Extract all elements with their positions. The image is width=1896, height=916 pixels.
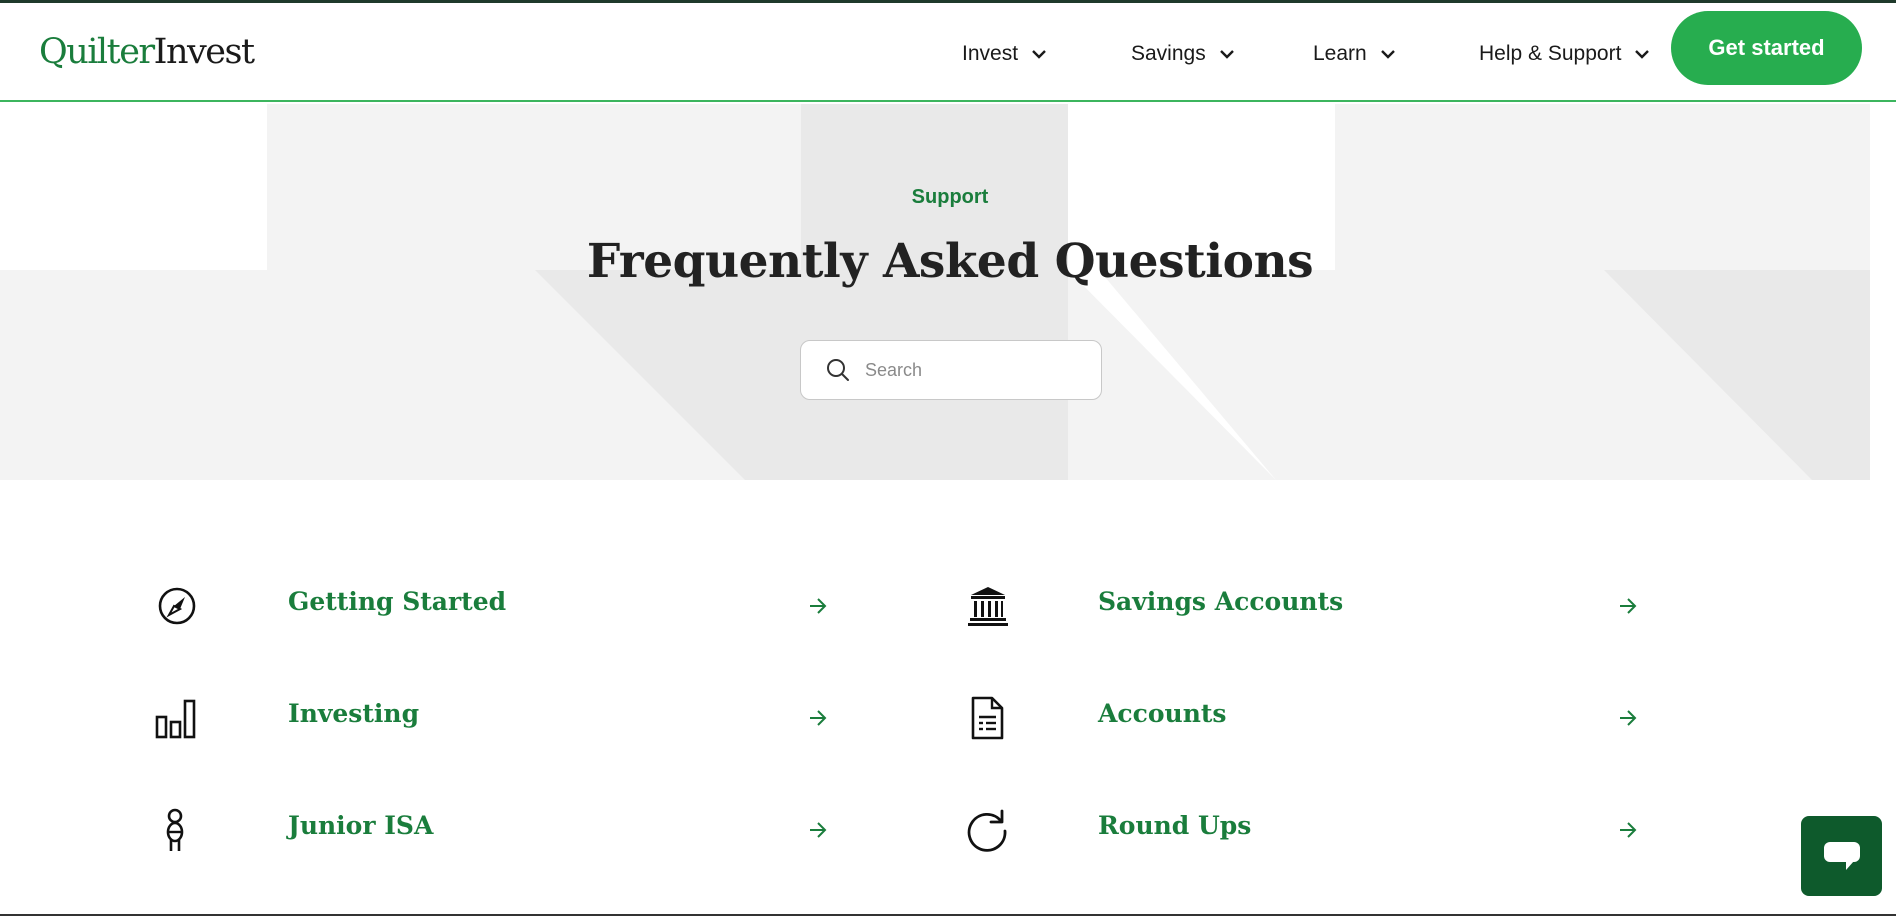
- nav-item-learn[interactable]: Learn: [1313, 39, 1397, 69]
- bar-chart-icon: [155, 699, 196, 739]
- logo-text-invest: Invest: [153, 32, 255, 72]
- nav-item-invest[interactable]: Invest: [962, 39, 1048, 69]
- category-label: Investing: [288, 699, 420, 728]
- logo-text-quilter: Quilter: [39, 32, 155, 72]
- section-eyebrow: Support: [911, 186, 989, 208]
- nav-label: Invest: [962, 42, 1019, 65]
- category-investing[interactable]: Investing: [155, 683, 855, 753]
- site-header: QuilterInvest Invest Savings Learn Help …: [0, 3, 1896, 102]
- category-junior-isa[interactable]: Junior ISA: [155, 795, 855, 865]
- nav-item-help-support[interactable]: Help & Support: [1479, 39, 1651, 69]
- category-getting-started[interactable]: Getting Started: [155, 571, 855, 641]
- arrow-right-icon: [810, 598, 827, 614]
- category-savings-accounts[interactable]: Savings Accounts: [965, 571, 1665, 641]
- category-label: Savings Accounts: [1098, 587, 1344, 616]
- chat-bubble-icon: [1823, 842, 1860, 870]
- faq-search[interactable]: [800, 340, 1102, 400]
- search-icon: [827, 359, 849, 381]
- arrow-right-icon: [1620, 710, 1637, 726]
- category-label: Accounts: [1098, 699, 1227, 728]
- get-started-button[interactable]: Get started: [1671, 11, 1862, 85]
- document-icon: [971, 696, 1004, 740]
- chevron-down-icon: [1032, 50, 1046, 59]
- category-label: Junior ISA: [288, 811, 434, 840]
- compass-icon: [158, 587, 196, 625]
- nav-label: Savings: [1131, 42, 1206, 65]
- chevron-down-icon: [1219, 50, 1234, 59]
- page-title: Frequently Asked Questions: [586, 234, 1314, 289]
- hero-section: Support Frequently Asked Questions: [0, 104, 1896, 480]
- child-icon: [166, 808, 184, 851]
- category-accounts[interactable]: Accounts: [965, 683, 1665, 753]
- nav-item-savings[interactable]: Savings: [1131, 39, 1236, 69]
- chevron-down-icon: [1380, 50, 1395, 59]
- search-input[interactable]: [865, 359, 1085, 381]
- arrow-right-icon: [810, 822, 827, 838]
- category-label: Getting Started: [288, 587, 507, 616]
- nav-label: Learn: [1313, 42, 1367, 65]
- chevron-down-icon: [1635, 50, 1650, 59]
- nav-label: Help & Support: [1479, 42, 1622, 65]
- category-round-ups[interactable]: Round Ups: [965, 795, 1665, 865]
- refresh-icon: [967, 809, 1007, 852]
- quilter-invest-logo[interactable]: QuilterInvest: [39, 30, 255, 74]
- hero-background-pattern: [0, 104, 1870, 480]
- arrow-right-icon: [1620, 598, 1637, 614]
- bank-icon: [968, 587, 1008, 626]
- arrow-right-icon: [1620, 822, 1637, 838]
- arrow-right-icon: [810, 710, 827, 726]
- category-label: Round Ups: [1098, 811, 1252, 840]
- chat-button[interactable]: [1801, 816, 1882, 896]
